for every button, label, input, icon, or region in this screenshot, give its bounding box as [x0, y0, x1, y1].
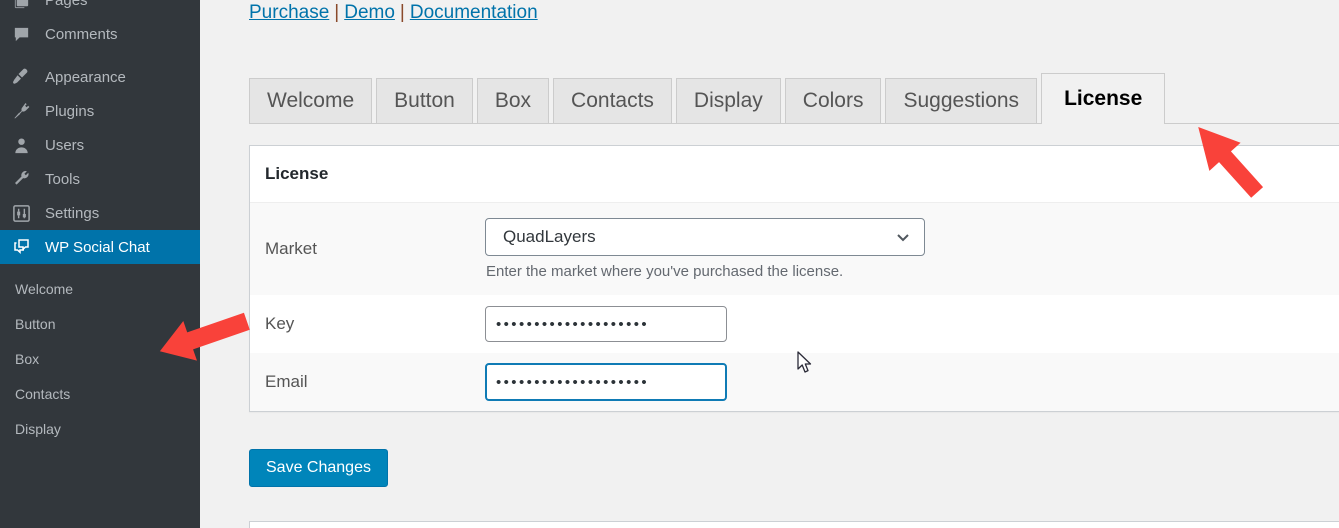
- sidebar-item-plugins[interactable]: Plugins: [0, 94, 200, 128]
- appearance-brush-icon: [12, 67, 38, 87]
- sidebar-item-pages[interactable]: Pages: [0, 0, 200, 17]
- submenu-label: Contacts: [15, 385, 71, 402]
- submenu-label: Welcome: [15, 280, 74, 297]
- sidebar-divider: [0, 51, 200, 60]
- sidebar-submenu-item-welcome[interactable]: Welcome: [0, 271, 200, 306]
- email-input[interactable]: ••••••••••••••••••••: [485, 363, 727, 401]
- sidebar-item-label: Comments: [45, 25, 118, 43]
- sidebar-item-tools[interactable]: Tools: [0, 162, 200, 196]
- market-label: Market: [265, 239, 317, 258]
- form-row-key: Key ••••••••••••••••••••: [250, 295, 1339, 353]
- tab-license[interactable]: License: [1041, 73, 1166, 124]
- top-links: Purchase | Demo | Documentation: [249, 2, 538, 24]
- comments-icon: [12, 24, 38, 44]
- plugins-plug-icon: [12, 101, 38, 121]
- market-helper-text: Enter the market where you've purchased …: [486, 263, 844, 280]
- tab-label: Contacts: [571, 89, 654, 112]
- sidebar-item-label: Appearance: [45, 68, 126, 86]
- documentation-link[interactable]: Documentation: [410, 2, 538, 23]
- email-field-wrap: ••••••••••••••••••••: [485, 363, 1339, 401]
- admin-page: Pages Comments Appearance Plugins Users …: [0, 0, 1339, 528]
- sidebar-submenu-item-button[interactable]: Button: [0, 306, 200, 341]
- tab-label: Button: [394, 89, 455, 112]
- tab-label: License: [1064, 87, 1143, 110]
- license-panel: License Market QuadLayers Enter the mark…: [249, 145, 1339, 412]
- market-select-wrap[interactable]: QuadLayers: [485, 218, 925, 256]
- secondary-panel: [249, 521, 1339, 528]
- mouse-cursor: [797, 351, 814, 380]
- submenu-label: Button: [15, 315, 56, 332]
- sidebar-item-comments[interactable]: Comments: [0, 17, 200, 51]
- sidebar-item-settings[interactable]: Settings: [0, 196, 200, 230]
- sidebar-item-label: Pages: [45, 0, 88, 9]
- admin-sidebar: Pages Comments Appearance Plugins Users …: [0, 0, 200, 528]
- tab-suggestions[interactable]: Suggestions: [885, 78, 1038, 123]
- tab-label: Welcome: [267, 89, 355, 112]
- sidebar-item-label: Users: [45, 136, 85, 154]
- demo-link[interactable]: Demo: [344, 2, 395, 23]
- save-changes-button[interactable]: Save Changes: [249, 449, 388, 487]
- users-person-icon: [12, 135, 38, 155]
- email-label: Email: [265, 372, 308, 391]
- sidebar-submenu: Welcome Button Box Contacts Display: [0, 264, 200, 446]
- tab-label: Colors: [802, 89, 864, 112]
- sidebar-item-label: Settings: [45, 204, 100, 222]
- chat-bubbles-icon: [12, 237, 38, 257]
- sidebar-item-label: WP Social Chat: [45, 238, 150, 256]
- panel-heading: License: [250, 146, 1339, 203]
- settings-sliders-icon: [12, 203, 38, 223]
- sidebar-item-appearance[interactable]: Appearance: [0, 60, 200, 94]
- save-button-label: Save Changes: [266, 459, 371, 476]
- sidebar-item-label: Plugins: [45, 102, 95, 120]
- tab-colors[interactable]: Colors: [784, 78, 882, 123]
- sidebar-item-label: Tools: [45, 170, 81, 188]
- tab-button[interactable]: Button: [376, 78, 473, 123]
- email-input-value: ••••••••••••••••••••: [496, 373, 650, 391]
- tab-welcome[interactable]: Welcome: [249, 78, 373, 123]
- tab-label: Box: [494, 89, 532, 112]
- tab-box[interactable]: Box: [476, 78, 550, 123]
- submenu-label: Box: [15, 350, 40, 367]
- tab-contacts[interactable]: Contacts: [553, 78, 672, 123]
- key-input[interactable]: ••••••••••••••••••••: [485, 306, 727, 342]
- sidebar-item-wp-social-chat[interactable]: WP Social Chat: [0, 230, 200, 264]
- key-input-value: ••••••••••••••••••••: [496, 315, 650, 333]
- tab-label: Display: [693, 89, 763, 112]
- tools-wrench-icon: [12, 169, 38, 189]
- tab-display[interactable]: Display: [675, 78, 781, 123]
- link-separator: |: [334, 2, 340, 23]
- submenu-label: Display: [15, 420, 61, 437]
- key-label: Key: [265, 314, 295, 333]
- purchase-link[interactable]: Purchase: [249, 2, 329, 23]
- sidebar-submenu-item-contacts[interactable]: Contacts: [0, 376, 200, 411]
- sidebar-item-users[interactable]: Users: [0, 128, 200, 162]
- tab-label: Suggestions: [903, 89, 1020, 112]
- market-field-wrap: QuadLayers Enter the market where you've…: [485, 218, 1339, 280]
- market-select[interactable]: QuadLayers: [485, 218, 925, 256]
- form-row-email: Email ••••••••••••••••••••: [250, 353, 1339, 411]
- link-separator: |: [399, 2, 405, 23]
- tab-bar: Welcome Button Box Contacts Display Colo…: [249, 73, 1339, 124]
- pages-icon: [12, 0, 38, 10]
- form-row-market: Market QuadLayers Enter the market where…: [250, 203, 1339, 295]
- market-select-value: QuadLayers: [503, 227, 596, 246]
- sidebar-submenu-item-box[interactable]: Box: [0, 341, 200, 376]
- key-field-wrap: ••••••••••••••••••••: [485, 306, 1339, 342]
- chevron-down-icon: [895, 229, 911, 245]
- sidebar-submenu-item-display[interactable]: Display: [0, 411, 200, 446]
